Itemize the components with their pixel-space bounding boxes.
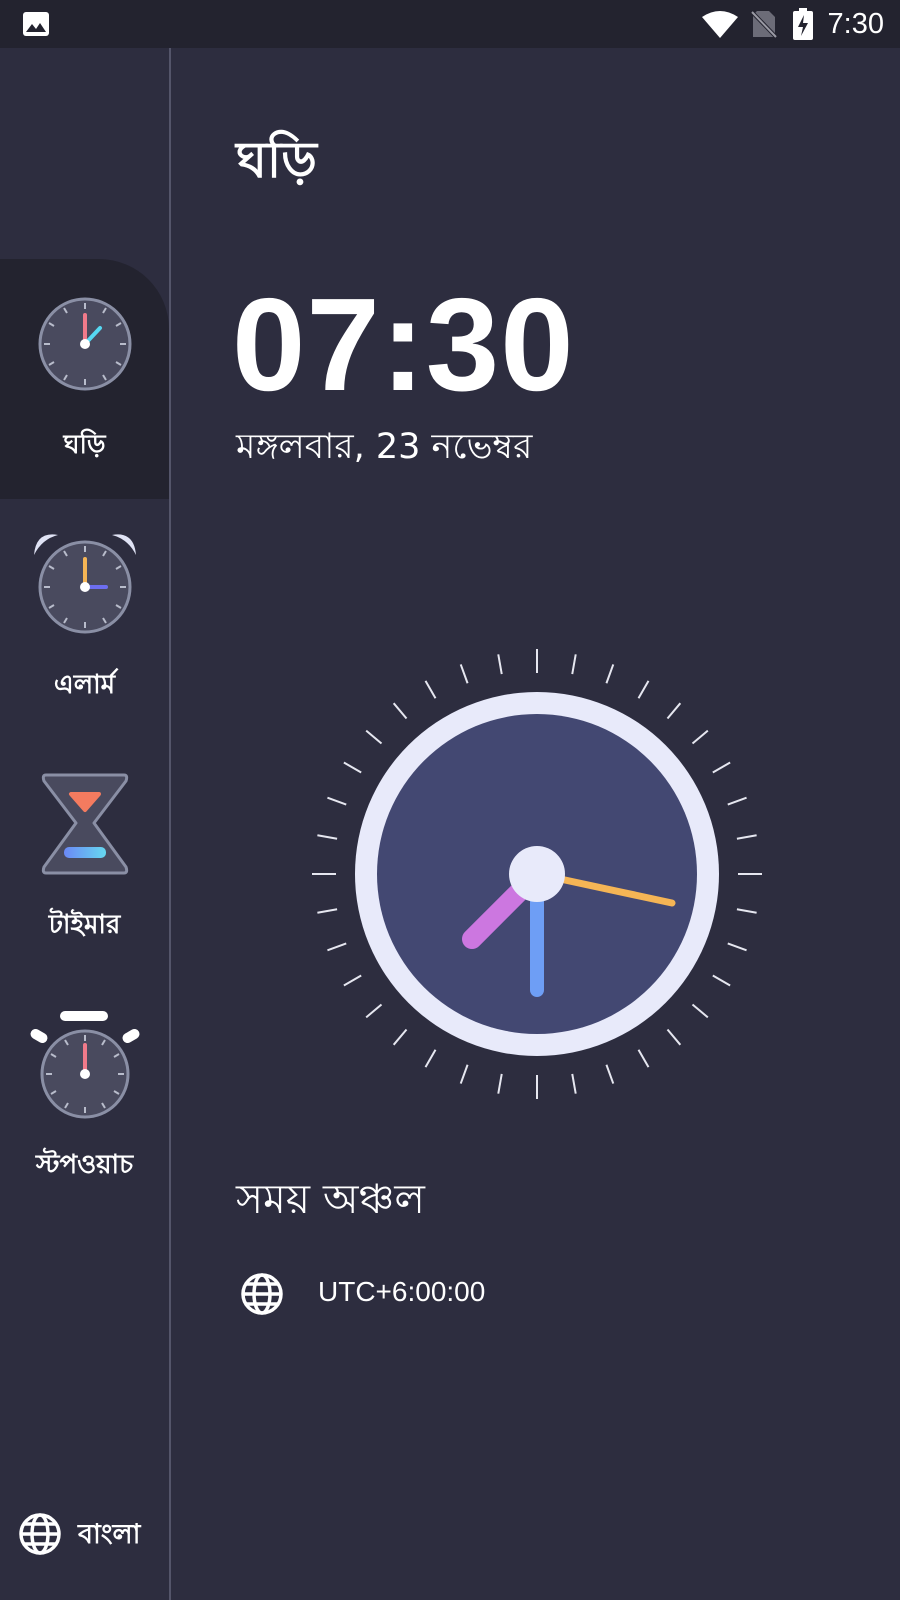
status-bar: 7:30 <box>0 0 900 48</box>
clock-center-cap <box>509 846 565 902</box>
clock-tick <box>666 1028 682 1046</box>
clock-tick <box>424 1049 437 1068</box>
clock-tick <box>424 680 437 699</box>
clock-tick <box>571 654 577 675</box>
clock-tick <box>736 908 757 914</box>
clock-tick <box>317 834 338 840</box>
clock-tick <box>459 664 469 684</box>
battery-charging-icon <box>793 8 813 44</box>
clock-tick <box>691 729 709 745</box>
clock-tick <box>691 1003 709 1019</box>
language-selector[interactable]: বাংলা <box>18 1510 168 1560</box>
digital-time: 07:30 <box>232 271 575 418</box>
clock-tick <box>727 942 747 952</box>
page-title: ঘড়ি <box>236 131 317 189</box>
sidebar-item-timer[interactable]: টাইমার <box>0 739 169 979</box>
clock-tick <box>637 680 650 699</box>
timezone-heading: সময় অঞ্চল <box>236 1175 425 1223</box>
clock-tick <box>637 1049 650 1068</box>
globe-icon <box>240 1272 284 1320</box>
clock-tick <box>497 654 503 675</box>
clock-tick <box>343 974 362 987</box>
clock-tick <box>392 1028 408 1046</box>
sidebar-item-label: স্টপওয়াচ <box>35 1150 134 1180</box>
clock-tick <box>343 761 362 774</box>
globe-icon <box>18 1512 62 1560</box>
clock-tick <box>317 908 338 914</box>
no-sim-icon <box>750 10 778 42</box>
clock-tick <box>571 1073 577 1094</box>
date-text: মঙ্গলবার, 23 নভেম্বর <box>236 427 533 467</box>
clock-tick <box>327 796 347 806</box>
sidebar-item-label: এলার্ম <box>53 670 116 700</box>
clock-icon <box>28 287 142 401</box>
clock-tick <box>365 729 383 745</box>
clock-tick <box>727 796 747 806</box>
alarm-clock-icon <box>28 527 142 641</box>
sidebar-item-clock[interactable]: ঘড়ি <box>0 259 169 499</box>
hourglass-icon <box>28 767 142 881</box>
sidebar-item-label: ঘড়ি <box>63 430 106 460</box>
clock-tick <box>666 702 682 720</box>
clock-tick <box>712 761 731 774</box>
clock-tick <box>392 702 408 720</box>
gallery-icon <box>22 11 50 41</box>
status-time: 7:30 <box>827 8 884 40</box>
stopwatch-icon <box>28 1007 142 1121</box>
clock-tick <box>736 834 757 840</box>
clock-tick <box>459 1064 469 1084</box>
clock-tick <box>497 1073 503 1094</box>
clock-tick <box>605 1064 615 1084</box>
sidebar-item-alarm[interactable]: এলার্ম <box>0 499 169 739</box>
analog-clock <box>312 649 762 1099</box>
clock-tick <box>605 664 615 684</box>
sidebar: ঘড়ি এলার্ম টাইমার স্টপওয়াচ বাংলা <box>0 48 171 1600</box>
clock-tick <box>365 1003 383 1019</box>
clock-tick <box>712 974 731 987</box>
sidebar-item-label: টাইমার <box>48 910 121 940</box>
language-label: বাংলা <box>78 1519 141 1550</box>
sidebar-item-stopwatch[interactable]: স্টপওয়াচ <box>0 979 169 1219</box>
timezone-value: UTC+6:00:00 <box>318 1276 486 1307</box>
wifi-icon <box>702 10 738 42</box>
clock-tick <box>327 942 347 952</box>
